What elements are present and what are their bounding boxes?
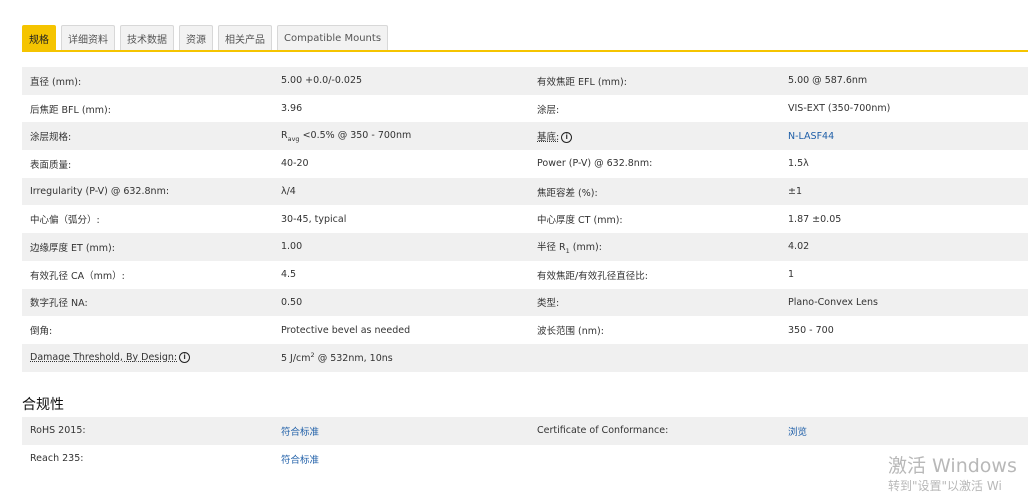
table-row: 后焦距 BFL (mm): 3.96 涂层: VIS-EXT (350-700n…: [22, 94, 1028, 123]
table-row: 涂层规格: Ravg <0.5% @ 350 - 700nm 基底: i N-LA…: [22, 122, 1028, 151]
spec-value: 4.02: [780, 233, 1028, 261]
spec-label: [529, 444, 780, 473]
spec-value: 350 - 700: [780, 316, 1028, 344]
tab-resources[interactable]: 资源: [179, 25, 213, 50]
value-rest: <0.5% @ 350 - 700nm: [299, 129, 412, 141]
spec-label: Damage Threshold, By Design: i: [22, 343, 273, 372]
label-rest: (mm):: [569, 242, 602, 254]
substrate-link[interactable]: N-LASF44: [788, 131, 834, 142]
spec-label: 中心偏（弧分）:: [22, 205, 273, 234]
spec-label: 直径 (mm):: [22, 67, 273, 95]
substrate-label[interactable]: 基底:: [537, 132, 559, 143]
value-prefix: R: [280, 129, 288, 141]
table-row: 数字孔径 NA: 0.50 类型: Plano-Convex Lens: [22, 288, 1028, 317]
certificate-view-link[interactable]: 浏览: [788, 427, 807, 438]
tab-bar: 规格 详细资料 技术数据 资源 相关产品 Compatible Mounts: [22, 25, 389, 51]
spec-value: 符合标准: [272, 417, 530, 445]
spec-label: RoHS 2015:: [22, 417, 273, 445]
spec-label: 涂层:: [529, 94, 780, 123]
tab-underline: [22, 50, 1028, 52]
table-row: 倒角: Protective bevel as needed 波长范围 (nm)…: [22, 316, 1028, 344]
spec-value: 5 J/cm2 @ 532nm, 10ns: [272, 343, 530, 372]
tab-details[interactable]: 详细资料: [61, 25, 115, 50]
rohs-link[interactable]: 符合标准: [281, 427, 319, 438]
value-prefix: 5 J/cm: [280, 353, 311, 365]
reach-link[interactable]: 符合标准: [281, 455, 319, 466]
spec-value: VIS-EXT (350-700nm): [780, 94, 1028, 123]
spec-label: 表面质量:: [22, 150, 273, 178]
spec-value: 5.00 +0.0/-0.025: [272, 67, 530, 95]
activation-watermark-hint: 转到"设置"以激活 Wi: [888, 479, 1002, 493]
spec-value: 1: [780, 260, 1028, 289]
value-rest: @ 532nm, 10ns: [314, 353, 393, 365]
spec-value: N-LASF44: [780, 122, 1028, 151]
spec-label: 倒角:: [22, 316, 273, 344]
spec-label: 有效焦距/有效孔径直径比:: [529, 260, 780, 289]
spec-value: Protective bevel as needed: [272, 316, 530, 344]
tab-compatible-mounts[interactable]: Compatible Mounts: [277, 25, 389, 50]
spec-label: [529, 343, 780, 372]
spec-label: 波长范围 (nm):: [529, 316, 780, 344]
table-row: 有效孔径 CA（mm）: 4.5 有效焦距/有效孔径直径比: 1: [22, 260, 1028, 289]
table-row: 直径 (mm): 5.00 +0.0/-0.025 有效焦距 EFL (mm):…: [22, 67, 1028, 95]
spec-label: 涂层规格:: [22, 122, 273, 151]
damage-threshold-label[interactable]: Damage Threshold, By Design:: [30, 352, 177, 363]
spec-value: 0.50: [272, 288, 530, 317]
spec-label: 焦距容差 (%):: [529, 177, 780, 206]
spec-value: 浏览: [780, 417, 1028, 445]
spec-label: Power (P-V) @ 632.8nm:: [529, 150, 780, 178]
spec-value: 1.5λ: [780, 150, 1028, 178]
table-row: 边缘厚度 ET (mm): 1.00 半径 R1 (mm): 4.02: [22, 233, 1028, 261]
tab-technical-data[interactable]: 技术数据: [120, 25, 174, 50]
spec-label: 类型:: [529, 288, 780, 317]
spec-value: ±1: [780, 177, 1028, 206]
spec-label: 边缘厚度 ET (mm):: [22, 233, 273, 261]
tab-specifications[interactable]: 规格: [22, 25, 56, 50]
table-row: Reach 235: 符合标准: [22, 444, 1028, 473]
table-row: 表面质量: 40-20 Power (P-V) @ 632.8nm: 1.5λ: [22, 150, 1028, 178]
table-row: Damage Threshold, By Design: i 5 J/cm2 @ …: [22, 343, 1028, 372]
spec-value: Ravg <0.5% @ 350 - 700nm: [272, 122, 530, 151]
spec-value: 符合标准: [272, 444, 530, 473]
spec-label: Reach 235:: [22, 444, 273, 473]
tab-related-products[interactable]: 相关产品: [218, 25, 272, 50]
spec-value: 40-20: [272, 150, 530, 178]
label-prefix: 半径 R: [537, 242, 566, 254]
spec-label: 中心厚度 CT (mm):: [529, 205, 780, 234]
spec-label: Certificate of Conformance:: [529, 417, 780, 445]
info-icon[interactable]: i: [179, 352, 191, 364]
info-icon[interactable]: i: [561, 132, 573, 144]
compliance-table: RoHS 2015: 符合标准 Certificate of Conforman…: [22, 417, 1028, 473]
spec-label: 后焦距 BFL (mm):: [22, 94, 273, 123]
spec-value: 5.00 @ 587.6nm: [780, 67, 1028, 95]
value-subscript: avg: [287, 134, 300, 143]
spec-value: 1.87 ±0.05: [780, 205, 1028, 234]
spec-value: 4.5: [272, 260, 530, 289]
spec-label: 半径 R1 (mm):: [529, 233, 780, 261]
spec-label: 数字孔径 NA:: [22, 288, 273, 317]
spec-label: 有效孔径 CA（mm）:: [22, 260, 273, 289]
spec-table: 直径 (mm): 5.00 +0.0/-0.025 有效焦距 EFL (mm):…: [22, 67, 1028, 372]
spec-value: 30-45, typical: [272, 205, 530, 234]
spec-value: 3.96: [272, 94, 530, 123]
spec-value: Plano-Convex Lens: [780, 288, 1028, 317]
spec-value: 1.00: [272, 233, 530, 261]
spec-label: Irregularity (P-V) @ 632.8nm:: [22, 177, 273, 206]
spec-label: 基底: i: [529, 122, 780, 151]
spec-value: [780, 343, 1028, 372]
table-row: Irregularity (P-V) @ 632.8nm: λ/4 焦距容差 (…: [22, 177, 1028, 206]
activation-watermark: 激活 Windows: [888, 455, 1017, 477]
table-row: RoHS 2015: 符合标准 Certificate of Conforman…: [22, 417, 1028, 445]
table-row: 中心偏（弧分）: 30-45, typical 中心厚度 CT (mm): 1.…: [22, 205, 1028, 234]
spec-value: λ/4: [272, 177, 530, 206]
compliance-title: 合规性: [22, 397, 64, 413]
spec-label: 有效焦距 EFL (mm):: [529, 67, 780, 95]
